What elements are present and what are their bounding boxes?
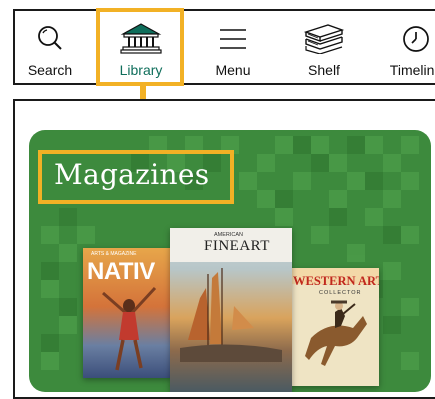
nav-item-timeline[interactable]: Timeline: [375, 11, 435, 83]
magazine-cover-western-art[interactable]: WESTERN ART COLLECTOR: [291, 268, 379, 386]
top-nav-bar: Search Library Menu Shelf Timelin: [13, 9, 435, 85]
menu-icon: [220, 29, 246, 49]
clock-icon: [403, 26, 429, 52]
sailboats-painting: [180, 268, 282, 362]
nav-item-search[interactable]: Search: [15, 11, 85, 83]
nav-label-timeline: Timeline: [389, 62, 435, 78]
library-icon: [120, 23, 162, 54]
nav-item-library[interactable]: Library: [100, 11, 182, 83]
shelf-icon: [303, 24, 345, 54]
magazine-cover-fine-art[interactable]: AMERICAN FINEART: [170, 228, 292, 392]
dancer-figure: [102, 286, 157, 371]
card-title: Magazines: [54, 158, 210, 191]
magazine-cover-native-arts[interactable]: ARTS & MAGAZINE NATIV: [83, 248, 171, 378]
nav-label-library: Library: [119, 62, 163, 78]
nav-label-search: Search: [27, 62, 73, 78]
nav-label-shelf: Shelf: [308, 62, 340, 78]
bronco-rider-figure: [305, 300, 367, 366]
nav-item-shelf[interactable]: Shelf: [287, 11, 361, 83]
search-icon: [38, 26, 62, 50]
nav-label-menu: Menu: [215, 62, 251, 78]
nav-item-menu[interactable]: Menu: [197, 11, 269, 83]
